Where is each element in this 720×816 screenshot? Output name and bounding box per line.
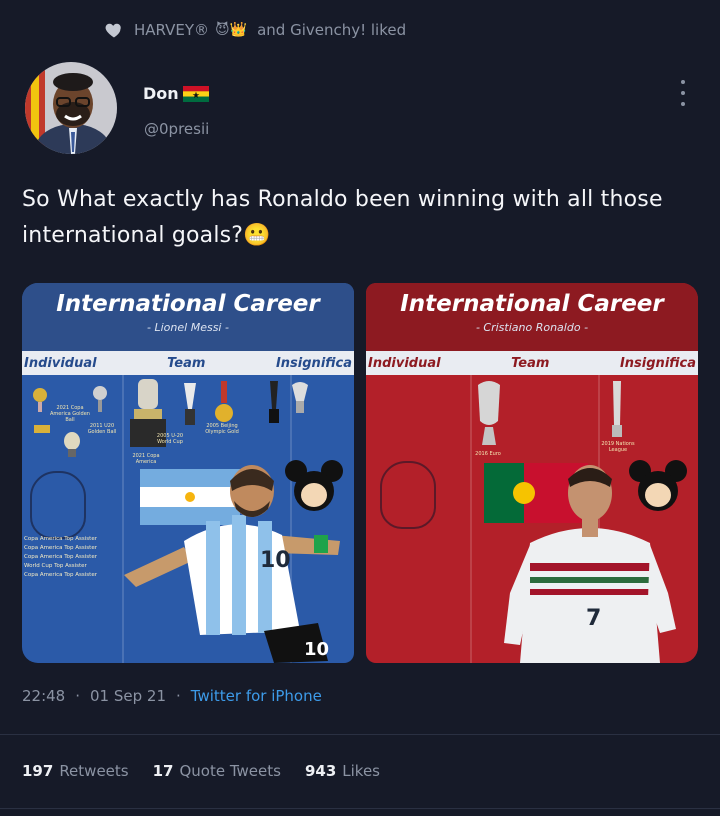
panel-title: International Career [56, 291, 320, 317]
retweets-count: 197 [22, 762, 54, 780]
assist-item: Copa America Top Assister [24, 545, 97, 551]
olympic-gold-medal-icon [214, 381, 234, 425]
author-name-text[interactable]: Don [143, 84, 179, 103]
author-handle[interactable]: @0presii [144, 120, 209, 138]
ronaldo-player-image: 7 [504, 465, 676, 663]
face-sketch-icon [380, 461, 436, 529]
likes-count: 943 [304, 762, 337, 780]
divider [0, 808, 720, 809]
avatar-image [25, 62, 117, 154]
panel-subtitle: - Cristiano Ronaldo - [475, 321, 589, 334]
quotes-count: 17 [152, 762, 174, 780]
column-insignificant: Insignifica [275, 355, 352, 371]
column-headers: Individual Team Insignifica [22, 351, 354, 375]
trophy-label: 2021 Copa America Golden Ball [50, 405, 90, 423]
column-individual: Individual [24, 355, 97, 371]
trophy-label: 2011 U20 Golden Ball [87, 423, 117, 435]
divider [0, 734, 720, 735]
messi-shorts-number: 10 [304, 639, 329, 660]
column-team: Team [167, 355, 206, 371]
retweets-stat[interactable]: 197 Retweets [22, 762, 129, 780]
retweets-label: Retweets [59, 762, 129, 780]
tweet-body: So What exactly has Ronaldo been winning… [22, 187, 663, 248]
nations-league-trophy-icon [610, 381, 624, 437]
panel-subtitle: - Lionel Messi - [147, 321, 229, 334]
liked-by-name[interactable]: HARVEY® [134, 21, 209, 39]
grimace-emoji: 😬 [243, 223, 271, 248]
assist-awards-list: Copa America Top Assister Copa America T… [24, 535, 97, 580]
ghana-flag-icon [182, 85, 209, 102]
meta-separator: · [176, 687, 181, 705]
liked-emoji: 😈👑 [215, 22, 248, 38]
tweet-text: So What exactly has Ronaldo been winning… [22, 182, 702, 254]
quotes-label: Quote Tweets [179, 762, 281, 780]
social-context[interactable]: HARVEY® 😈👑 and Givenchy! liked [104, 16, 406, 44]
quote-tweets-stat[interactable]: 17 Quote Tweets [153, 762, 281, 780]
world-cup-u20-trophy-icon [180, 383, 200, 427]
tweet-date[interactable]: 01 Sep 21 [90, 687, 166, 705]
assist-item: World Cup Top Assister [24, 563, 87, 569]
column-divider [470, 375, 472, 663]
assist-item: Copa America Top Assister [24, 536, 97, 542]
tweet-media[interactable]: International Career - Lionel Messi - In… [22, 283, 698, 663]
meta-separator: · [75, 687, 81, 705]
panel-header: International Career - Lionel Messi - [22, 283, 354, 353]
tweet-stats: 197 Retweets 17 Quote Tweets 943 Likes [22, 758, 380, 784]
trophy-label: 2019 Nations League [601, 441, 635, 453]
column-insignificant: Insignifica [619, 355, 696, 371]
more-options-icon[interactable] [677, 80, 689, 106]
column-individual: Individual [368, 355, 441, 371]
insignificant-trophies-icon [266, 381, 322, 425]
messi-player-image: 10 10 [124, 465, 340, 663]
heart-icon [105, 23, 121, 38]
media-image-messi[interactable]: International Career - Lionel Messi - In… [22, 283, 354, 663]
ronaldo-shirt-number: 7 [586, 606, 601, 631]
media-image-ronaldo[interactable]: International Career - Cristiano Ronaldo… [366, 283, 698, 663]
trophy-label: 2005 U-20 World Cup [156, 433, 184, 445]
panel-header: International Career - Cristiano Ronaldo… [366, 283, 698, 353]
avatar[interactable] [25, 62, 117, 154]
trophy-label: 2005 Beijing Olympic Gold [205, 423, 239, 435]
assist-item: Copa America Top Assister [24, 554, 97, 560]
likes-label: Likes [342, 762, 380, 780]
euro-trophy-icon [476, 381, 502, 445]
liked-suffix: and Givenchy! liked [257, 21, 407, 39]
face-sketch-icon [30, 471, 86, 539]
column-headers: Individual Team Insignifica [366, 351, 698, 375]
column-team: Team [511, 355, 550, 371]
tweet-time[interactable]: 22:48 [22, 687, 65, 705]
panel-title: International Career [400, 291, 664, 317]
author-display-name[interactable]: Don [143, 84, 209, 103]
tweet-meta: 22:48 · 01 Sep 21 · Twitter for iPhone [22, 684, 322, 708]
messi-shirt-number: 10 [260, 548, 291, 573]
assist-item: Copa America Top Assister [24, 572, 97, 578]
tweet-source-link[interactable]: Twitter for iPhone [191, 687, 322, 705]
likes-stat[interactable]: 943 Likes [305, 762, 380, 780]
